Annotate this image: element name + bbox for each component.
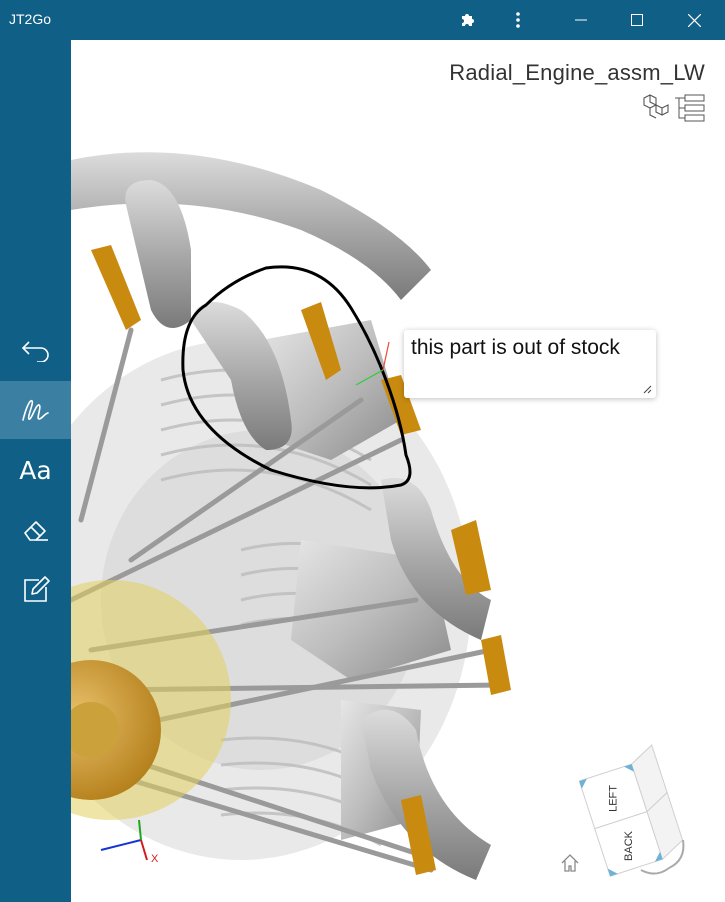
note-text[interactable]: this part is out of stock bbox=[411, 336, 620, 360]
nav-cube-back-label: BACK bbox=[623, 830, 635, 861]
undo-button[interactable] bbox=[0, 321, 71, 379]
text-markup-button[interactable]: Aa bbox=[0, 441, 71, 499]
maximize-icon bbox=[631, 14, 643, 26]
extensions-button[interactable] bbox=[445, 0, 491, 40]
triad-x-label: X bbox=[151, 853, 159, 865]
structure-list-icon[interactable] bbox=[673, 93, 705, 123]
app-title: JT2Go bbox=[9, 11, 52, 27]
navigation-cube[interactable]: LEFT BACK bbox=[571, 740, 701, 880]
maximize-button[interactable] bbox=[614, 0, 660, 40]
close-button[interactable] bbox=[671, 0, 717, 40]
3d-viewport[interactable]: X Radial_Engine_assm_LW this part is out… bbox=[71, 40, 725, 902]
resize-grip-icon[interactable] bbox=[643, 385, 652, 394]
eraser-button[interactable] bbox=[0, 501, 71, 559]
more-options-button[interactable] bbox=[495, 0, 541, 40]
undo-icon bbox=[21, 341, 49, 362]
edit-note-icon bbox=[23, 576, 50, 602]
structure-toolbar bbox=[643, 93, 705, 123]
pen-scribble-icon bbox=[21, 399, 49, 421]
model-title: Radial_Engine_assm_LW bbox=[449, 60, 705, 85]
markup-sidebar: Aa bbox=[0, 40, 71, 902]
title-bar: JT2Go bbox=[0, 0, 725, 40]
freehand-markup-button[interactable] bbox=[0, 381, 71, 439]
model-tree-cubes-icon[interactable] bbox=[643, 93, 669, 123]
close-icon bbox=[687, 13, 701, 27]
nav-cube-left-label: LEFT bbox=[607, 785, 619, 812]
add-note-button[interactable] bbox=[0, 561, 71, 619]
minimize-button[interactable] bbox=[558, 0, 604, 40]
more-vertical-icon bbox=[516, 12, 520, 28]
eraser-icon bbox=[23, 521, 48, 541]
puzzle-icon bbox=[462, 14, 474, 26]
note-textbox[interactable]: this part is out of stock bbox=[404, 330, 656, 398]
minimize-icon bbox=[575, 19, 587, 21]
text-icon: Aa bbox=[19, 455, 52, 485]
